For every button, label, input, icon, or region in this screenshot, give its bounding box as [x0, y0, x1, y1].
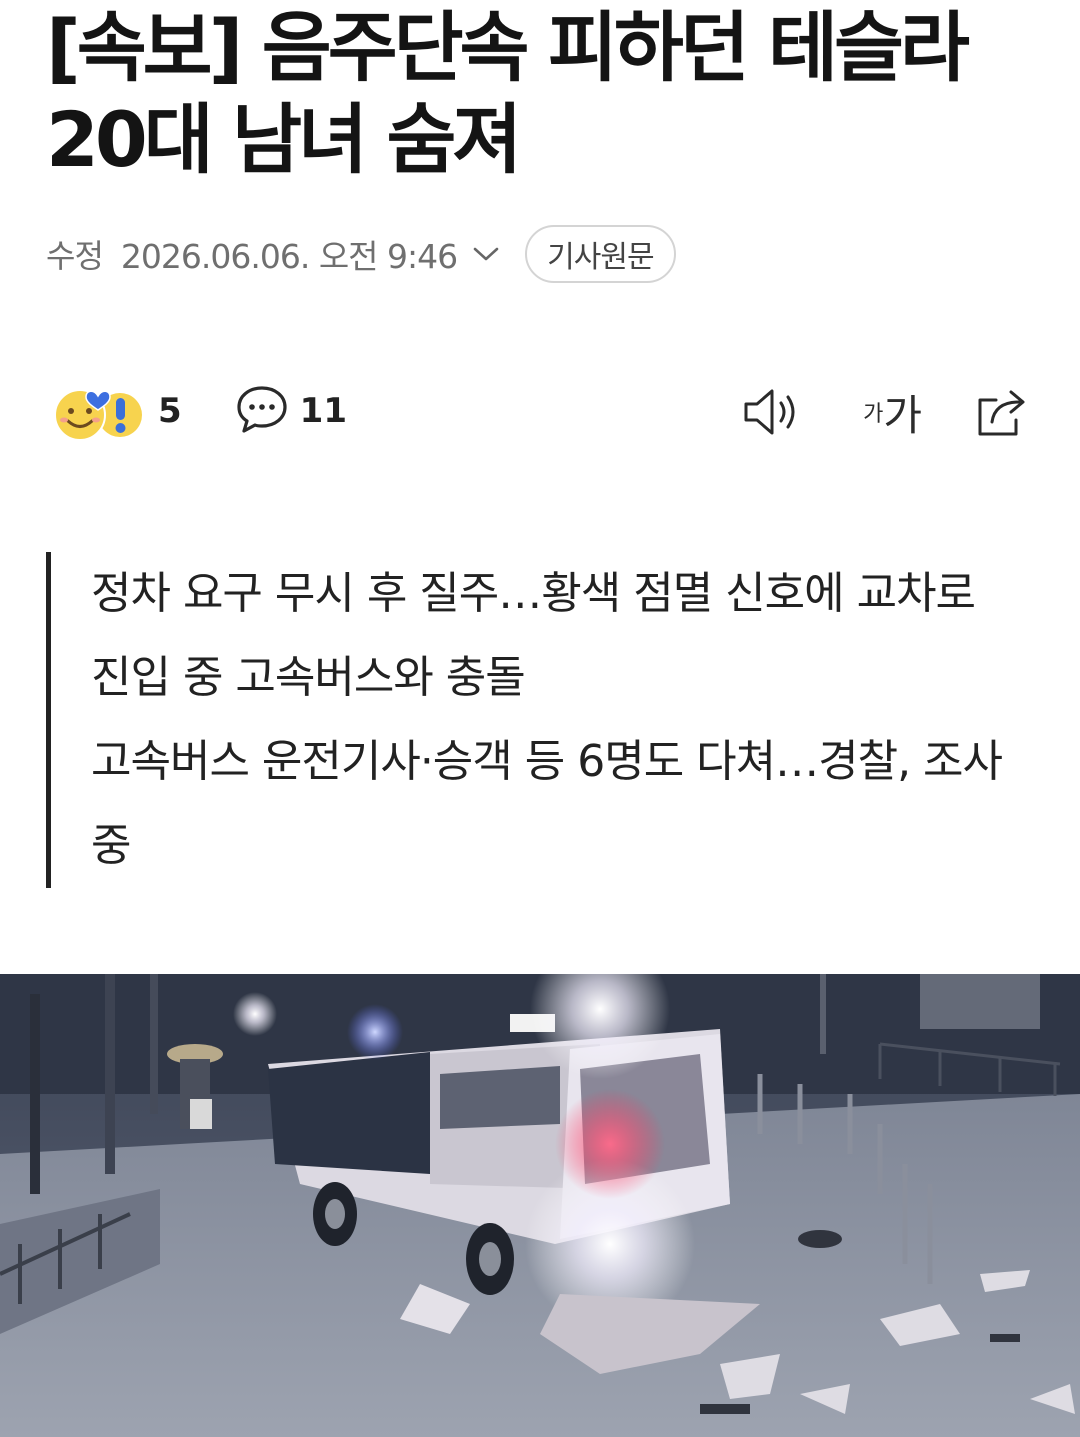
article-tools: 가 가 — [741, 380, 1030, 444]
speaker-icon[interactable] — [741, 386, 801, 438]
reaction-bar: 5 11 — [50, 378, 347, 444]
share-icon[interactable] — [974, 386, 1030, 438]
article-timestamp: 2026.06.06. 오전 9:46 — [120, 237, 458, 276]
chevron-down-icon[interactable] — [471, 239, 501, 269]
comment-icon — [236, 384, 288, 438]
article-summary: 정차 요구 무시 후 질주…황색 점멸 신호에 교차로 진입 중 고속버스와 충… — [46, 552, 1006, 888]
font-size-icon[interactable]: 가 가 — [863, 382, 922, 443]
reaction-button[interactable] — [50, 380, 146, 442]
article-meta: 수정 2026.06.06. 오전 9:46 기사원문 — [46, 222, 676, 286]
summary-line-2: 고속버스 운전기사·승객 등 6명도 다쳐…경찰, 조사 중 — [91, 736, 1003, 871]
article-headline: [속보] 음주단속 피하던 테슬라 20대 남녀 숨져 — [46, 3, 970, 184]
article-photo — [0, 974, 1080, 1437]
comment-count: 11 — [299, 391, 347, 431]
reaction-count: 5 — [158, 391, 182, 431]
font-large-label: 가 — [883, 390, 922, 440]
modified-label: 수정 — [46, 237, 104, 275]
comment-button[interactable]: 11 — [236, 384, 347, 438]
original-article-button[interactable]: 기사원문 — [525, 225, 676, 283]
summary-line-1: 정차 요구 무시 후 질주…황색 점멸 신호에 교차로 진입 중 고속버스와 충… — [91, 568, 976, 703]
font-small-label: 가 — [863, 402, 884, 427]
